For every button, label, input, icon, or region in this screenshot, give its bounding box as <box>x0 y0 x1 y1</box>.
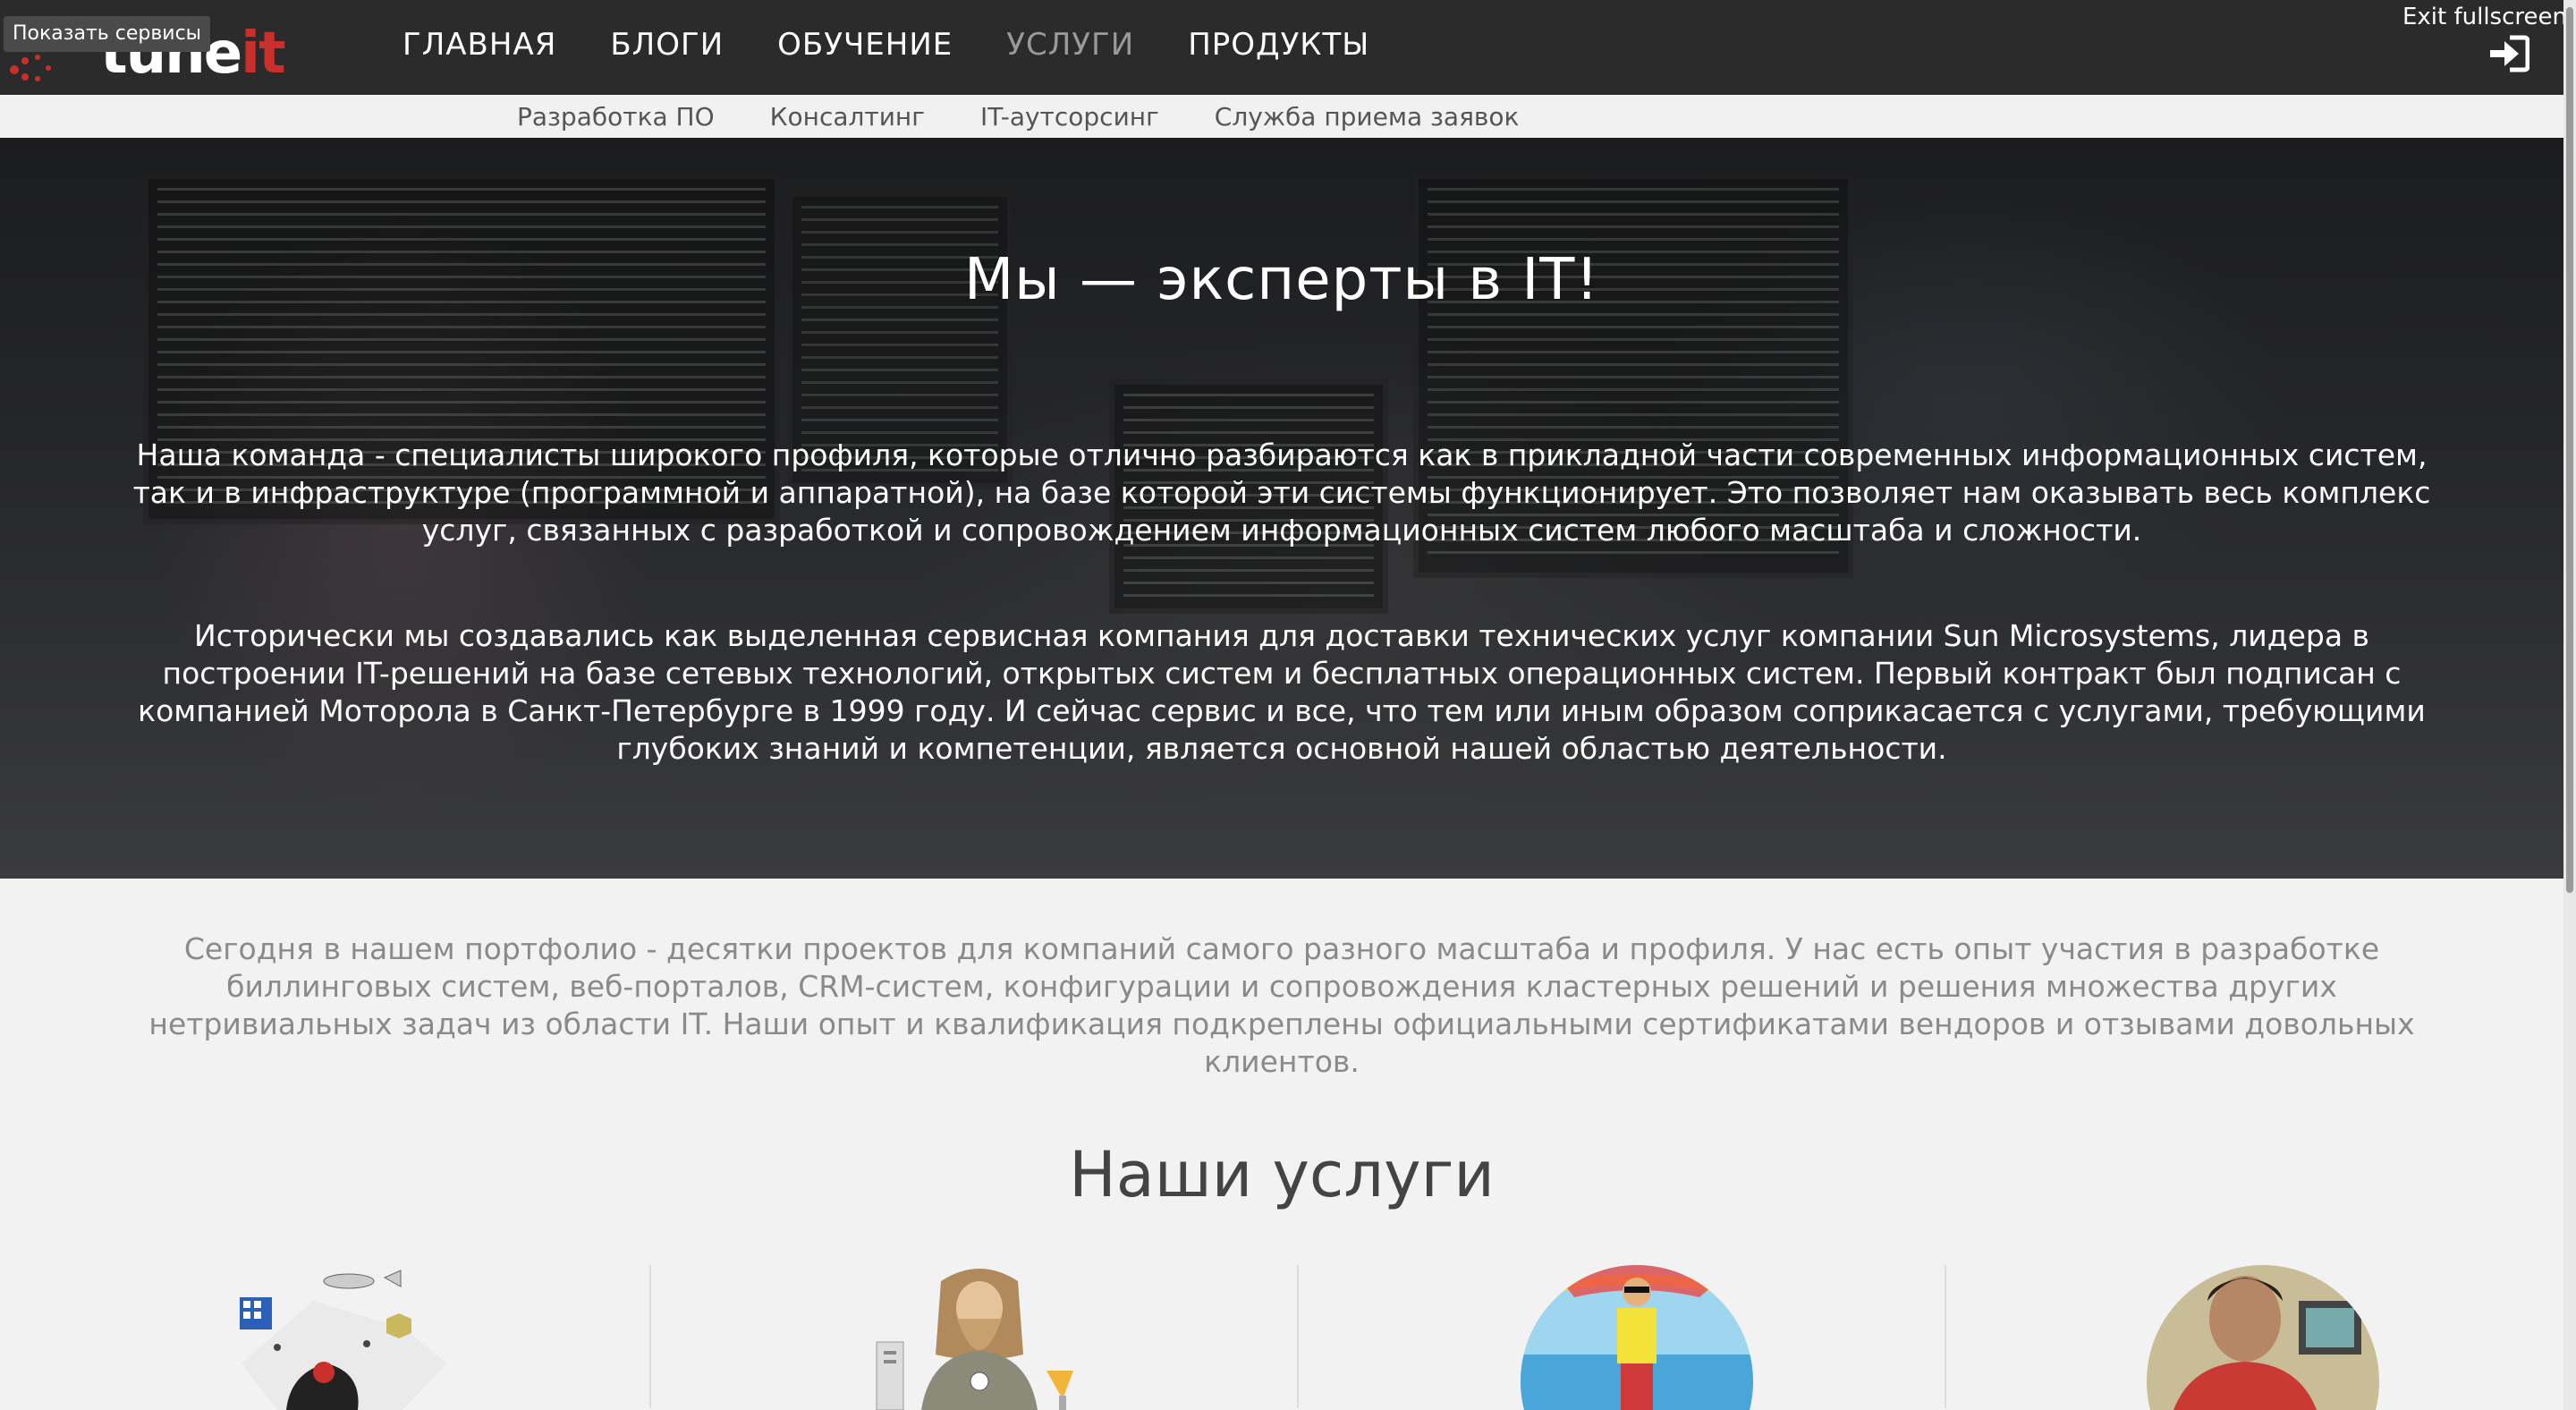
meditating-guru-illustration[interactable] <box>868 1265 1091 1410</box>
nav-products[interactable]: ПРОДУКТЫ <box>1188 27 1369 63</box>
subnav-it-outsourcing[interactable]: IT-аутсорсинг <box>980 102 1159 132</box>
services-title: Наши услуги <box>1069 1138 1495 1211</box>
subnav-software-development[interactable]: Разработка ПО <box>517 102 715 132</box>
sub-navigation-bar: Разработка ПО Консалтинг IT-аутсорсинг С… <box>0 95 2563 139</box>
portfolio-text: Сегодня в нашем портфолио - десятки прое… <box>148 931 2415 1079</box>
nav-home[interactable]: ГЛАВНАЯ <box>402 27 556 63</box>
nav-blogs[interactable]: БЛОГИ <box>610 27 724 63</box>
card-divider <box>1297 1265 1299 1408</box>
juggler-development-illustration[interactable] <box>224 1265 456 1410</box>
nav-training[interactable]: ОБУЧЕНИЕ <box>777 27 953 63</box>
exit-fullscreen-button[interactable]: Exit fullscreen <box>2402 4 2567 30</box>
show-services-button[interactable]: Показать сервисы <box>4 16 211 52</box>
top-navigation-bar: tune it Показать сервисы ГЛАВНАЯ БЛОГИ ОБ… <box>0 0 2576 95</box>
login-icon[interactable] <box>2487 34 2529 73</box>
card-divider <box>1945 1265 1946 1408</box>
hero-paragraph-history: Исторически мы создавались как выделенна… <box>138 618 2426 766</box>
support-person-photo[interactable] <box>2147 1265 2379 1410</box>
hero-section: Мы — эксперты в IT! Наша команда - специ… <box>0 138 2563 879</box>
hero-title: Мы — эксперты в IT! <box>963 247 1600 313</box>
card-divider <box>649 1265 651 1408</box>
subnav-service-desk[interactable]: Служба приема заявок <box>1215 102 1520 132</box>
subnav-consulting[interactable]: Консалтинг <box>770 102 925 132</box>
logo-text-it: it <box>241 21 286 87</box>
page-scrollbar-thumb[interactable] <box>2566 7 2573 893</box>
services-subnav: Разработка ПО Консалтинг IT-аутсорсинг С… <box>517 102 1574 132</box>
logo-dots-icon <box>10 55 51 81</box>
beach-outsourcing-illustration[interactable] <box>1521 1265 1753 1410</box>
hero-paragraph-team: Наша команда - специалисты широкого проф… <box>132 437 2431 548</box>
nav-services[interactable]: УСЛУГИ <box>1006 27 1134 63</box>
main-nav: ГЛАВНАЯ БЛОГИ ОБУЧЕНИЕ УСЛУГИ ПРОДУКТЫ <box>402 27 1423 63</box>
